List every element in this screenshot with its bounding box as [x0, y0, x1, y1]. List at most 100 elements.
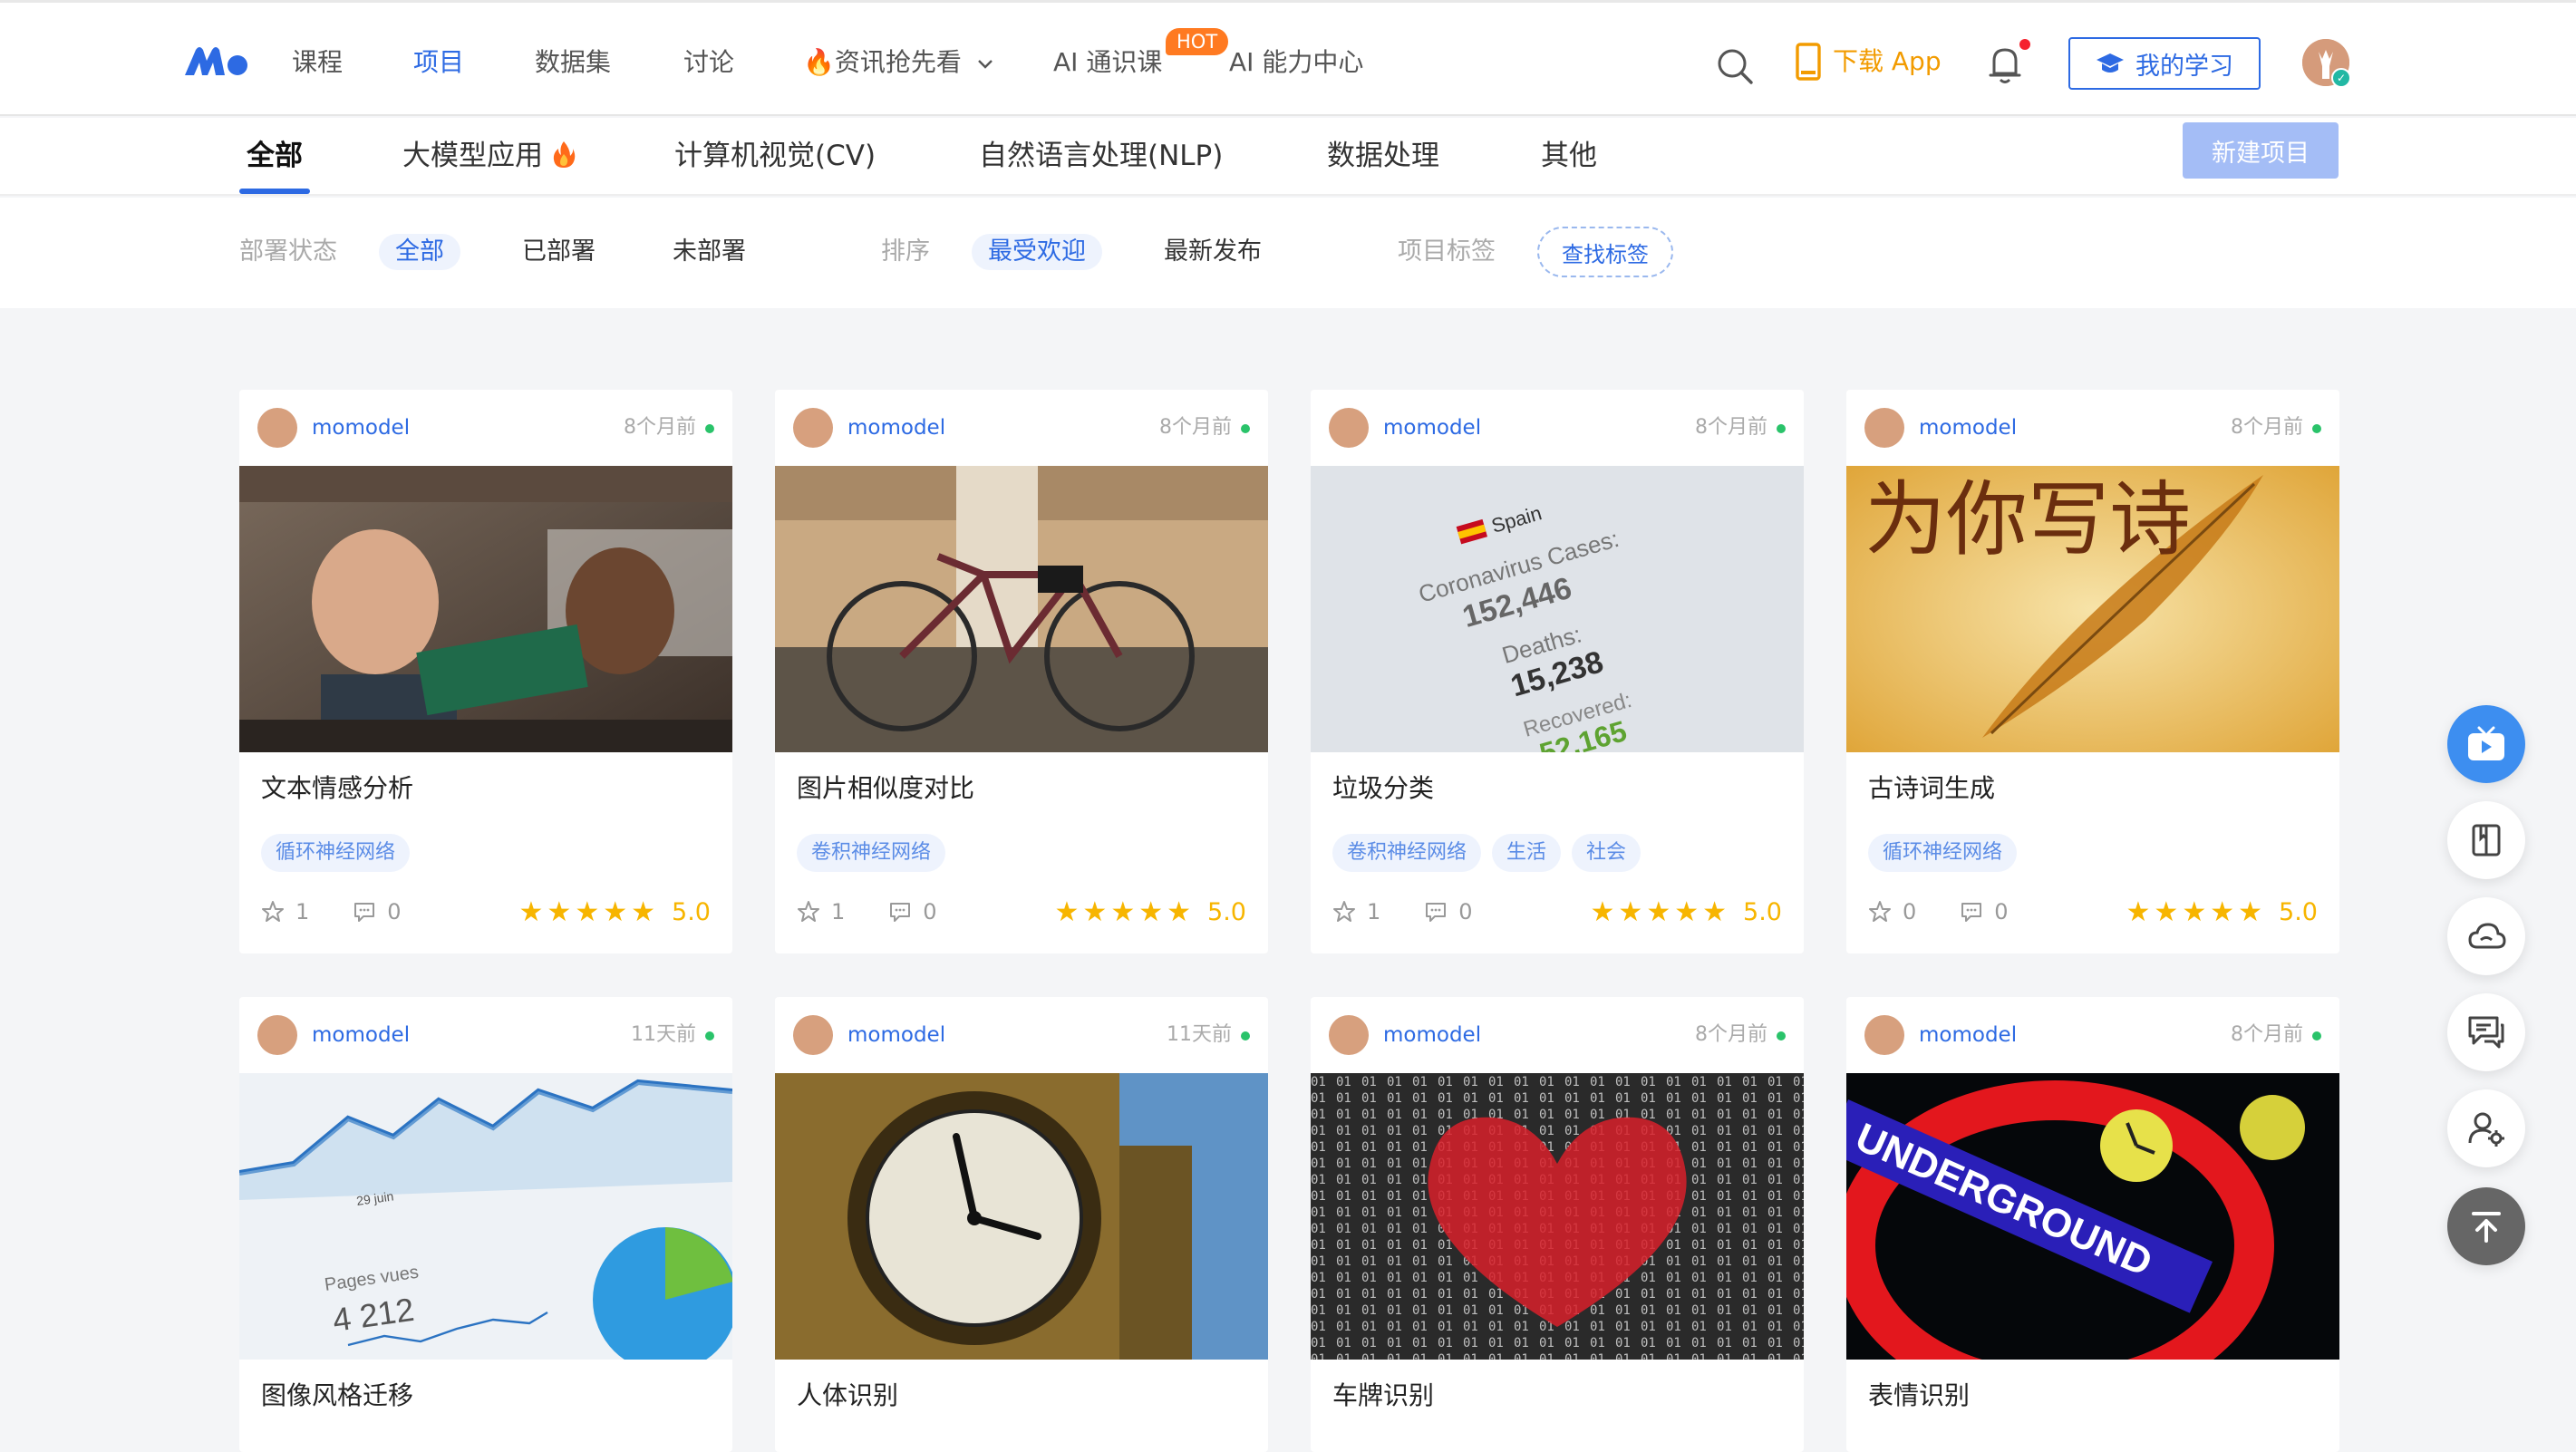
card-image-analytics[interactable]: 29 juin Pages vues 4 212	[239, 1073, 732, 1360]
project-card[interactable]: momodel 11天前 29 juin Pages vues 4 212 图像…	[239, 997, 732, 1452]
tab-cv[interactable]: 计算机视觉(CV)	[674, 136, 876, 176]
card-image-big-ben[interactable]	[775, 1073, 1268, 1360]
docs-button[interactable]	[2447, 801, 2525, 879]
card-footer: 0 0 ★ ★ ★ ★ ★ 5.0	[1868, 894, 2318, 930]
card-tag[interactable]: 卷积神经网络	[797, 834, 946, 872]
card-tag[interactable]: 生活	[1492, 834, 1562, 872]
card-tag[interactable]: 循环神经网络	[1868, 834, 2018, 872]
card-tag[interactable]: 循环神经网络	[261, 834, 411, 872]
favorite-stat[interactable]: 1	[261, 899, 309, 924]
favorite-stat[interactable]: 1	[1332, 899, 1380, 924]
card-image-bicycle[interactable]	[775, 466, 1268, 752]
card-title[interactable]: 文本情感分析	[261, 770, 413, 807]
publish-time: 11天前	[1167, 1023, 1232, 1046]
author-avatar	[793, 408, 833, 448]
tab-all[interactable]: 全部	[247, 136, 303, 176]
comment-icon	[354, 903, 375, 922]
card-title[interactable]: 垃圾分类	[1332, 770, 1434, 807]
card-footer: 1 0 ★ ★ ★ ★ ★ 5.0	[261, 894, 711, 930]
sort-newest[interactable]: 最新发布	[1164, 234, 1262, 270]
favorite-stat[interactable]: 1	[797, 899, 845, 924]
comment-stat[interactable]: 0	[888, 899, 937, 924]
author-name[interactable]: momodel	[1383, 1017, 1481, 1053]
find-tag-button[interactable]: 查找标签	[1537, 227, 1673, 277]
user-level-badge: ✓	[2331, 68, 2351, 88]
project-card[interactable]: momodel 8个月前 01 车牌识别	[1311, 997, 1804, 1452]
project-card[interactable]: momodel 8个月前 文本情感分析 循环神经网络 1 0 ★★★★★	[239, 390, 732, 953]
download-app-button[interactable]: 下载 App	[1795, 43, 1942, 81]
author-name[interactable]: momodel	[847, 410, 945, 446]
author-avatar	[1864, 408, 1904, 448]
card-image-lab[interactable]	[239, 466, 732, 752]
filter-deploy-all[interactable]: 全部	[379, 234, 460, 270]
author-avatar	[257, 408, 297, 448]
card-image-underground[interactable]: UNDERGROUND	[1846, 1073, 2339, 1360]
card-header: momodel 8个月前	[239, 390, 732, 466]
sort-most-popular[interactable]: 最受欢迎	[972, 234, 1102, 270]
star-filled-icon: ★	[2182, 895, 2207, 928]
user-settings-icon	[2468, 1112, 2504, 1147]
filter-not-deployed[interactable]: 未部署	[673, 234, 746, 270]
author-name[interactable]: momodel	[1383, 410, 1481, 446]
nav-datasets[interactable]: 数据集	[535, 44, 611, 81]
comment-stat[interactable]: 0	[353, 899, 402, 924]
star-filled-icon: ★	[1167, 895, 1192, 928]
tab-llm-apps[interactable]: 大模型应用	[402, 136, 576, 176]
active-tab-underline	[239, 189, 310, 194]
top-navigation: 课程 项目 数据集 讨论 🔥资讯抢先看 AI 通识课 HOT AI 能力中心 下…	[0, 0, 2576, 116]
nav-discussion[interactable]: 讨论	[683, 44, 734, 81]
favorite-stat[interactable]: 0	[1868, 899, 1916, 924]
author-name[interactable]: momodel	[1919, 1017, 2017, 1053]
card-tag[interactable]: 卷积神经网络	[1332, 834, 1482, 872]
project-card[interactable]: momodel 8个月前 为你写诗 古诗词生成 循环神经网络 0 0 ★ ★ ★ ★ ★…	[1846, 390, 2339, 953]
author-name[interactable]: momodel	[312, 1017, 410, 1053]
card-image-binary-heart[interactable]: 01	[1311, 1073, 1804, 1360]
card-title[interactable]: 人体识别	[797, 1378, 898, 1414]
nav-ai-basics[interactable]: AI 通识课	[1053, 44, 1162, 81]
back-to-top-button[interactable]	[2447, 1187, 2525, 1265]
publish-time: 8个月前	[1159, 416, 1232, 439]
tab-other[interactable]: 其他	[1541, 136, 1597, 176]
card-title[interactable]: 古诗词生成	[1868, 770, 1995, 807]
my-learning-button[interactable]: 我的学习	[2068, 37, 2261, 90]
comment-stat[interactable]: 0	[1424, 899, 1473, 924]
new-project-button[interactable]: 新建项目	[2183, 122, 2339, 179]
card-image-coronavirus[interactable]: Spain Coronavirus Cases: 152,446 Deaths:…	[1311, 466, 1804, 752]
project-tag-label: 项目标签	[1398, 237, 1496, 266]
nav-news[interactable]: 🔥资讯抢先看	[803, 44, 995, 81]
star-filled-icon: ★	[1054, 895, 1080, 928]
card-title[interactable]: 表情识别	[1868, 1378, 1970, 1414]
feedback-button[interactable]	[2447, 993, 2525, 1071]
bell-icon[interactable]	[1985, 43, 2025, 86]
tab-nlp[interactable]: 自然语言处理(NLP)	[979, 136, 1223, 176]
nav-ai-center[interactable]: AI 能力中心	[1229, 44, 1363, 81]
author-name[interactable]: momodel	[847, 1017, 945, 1053]
card-title[interactable]: 图片相似度对比	[797, 770, 974, 807]
card-title[interactable]: 车牌识别	[1332, 1378, 1434, 1414]
author-avatar	[1329, 408, 1369, 448]
card-image-calligraphy[interactable]: 为你写诗	[1846, 466, 2339, 752]
graduation-cap-icon	[2097, 53, 2124, 73]
project-card[interactable]: momodel 11天前 人体识别	[775, 997, 1268, 1452]
video-tutorial-button[interactable]	[2447, 705, 2525, 783]
project-card[interactable]: momodel 8个月前 UNDERGROUND 表情识别	[1846, 997, 2339, 1452]
momodel-logo[interactable]	[183, 44, 248, 77]
account-settings-button[interactable]	[2447, 1089, 2525, 1167]
project-card[interactable]: momodel 8个月前 图片相似度对比 卷积神经网络 1 0 ★ ★ ★ ★ ★	[775, 390, 1268, 953]
project-card[interactable]: momodel 8个月前 Spain Coronavirus Cases: 15…	[1311, 390, 1804, 953]
star-filled-icon: ★	[2238, 895, 2263, 928]
filter-deployed[interactable]: 已部署	[522, 234, 596, 270]
search-icon[interactable]	[1715, 46, 1755, 86]
nav-projects[interactable]: 项目	[413, 44, 464, 81]
author-name[interactable]: momodel	[312, 410, 410, 446]
fire-icon	[553, 141, 576, 168]
card-tag[interactable]: 社会	[1572, 834, 1641, 872]
rating-stars: ★ ★ ★ ★ ★ 5.0	[1591, 896, 1782, 928]
comment-stat[interactable]: 0	[1960, 899, 2009, 924]
tab-data-processing[interactable]: 数据处理	[1327, 136, 1439, 176]
favorite-count: 1	[295, 899, 310, 924]
cloud-button[interactable]	[2447, 897, 2525, 975]
card-title[interactable]: 图像风格迁移	[261, 1378, 413, 1414]
author-name[interactable]: momodel	[1919, 410, 2017, 446]
nav-courses[interactable]: 课程	[292, 44, 343, 81]
